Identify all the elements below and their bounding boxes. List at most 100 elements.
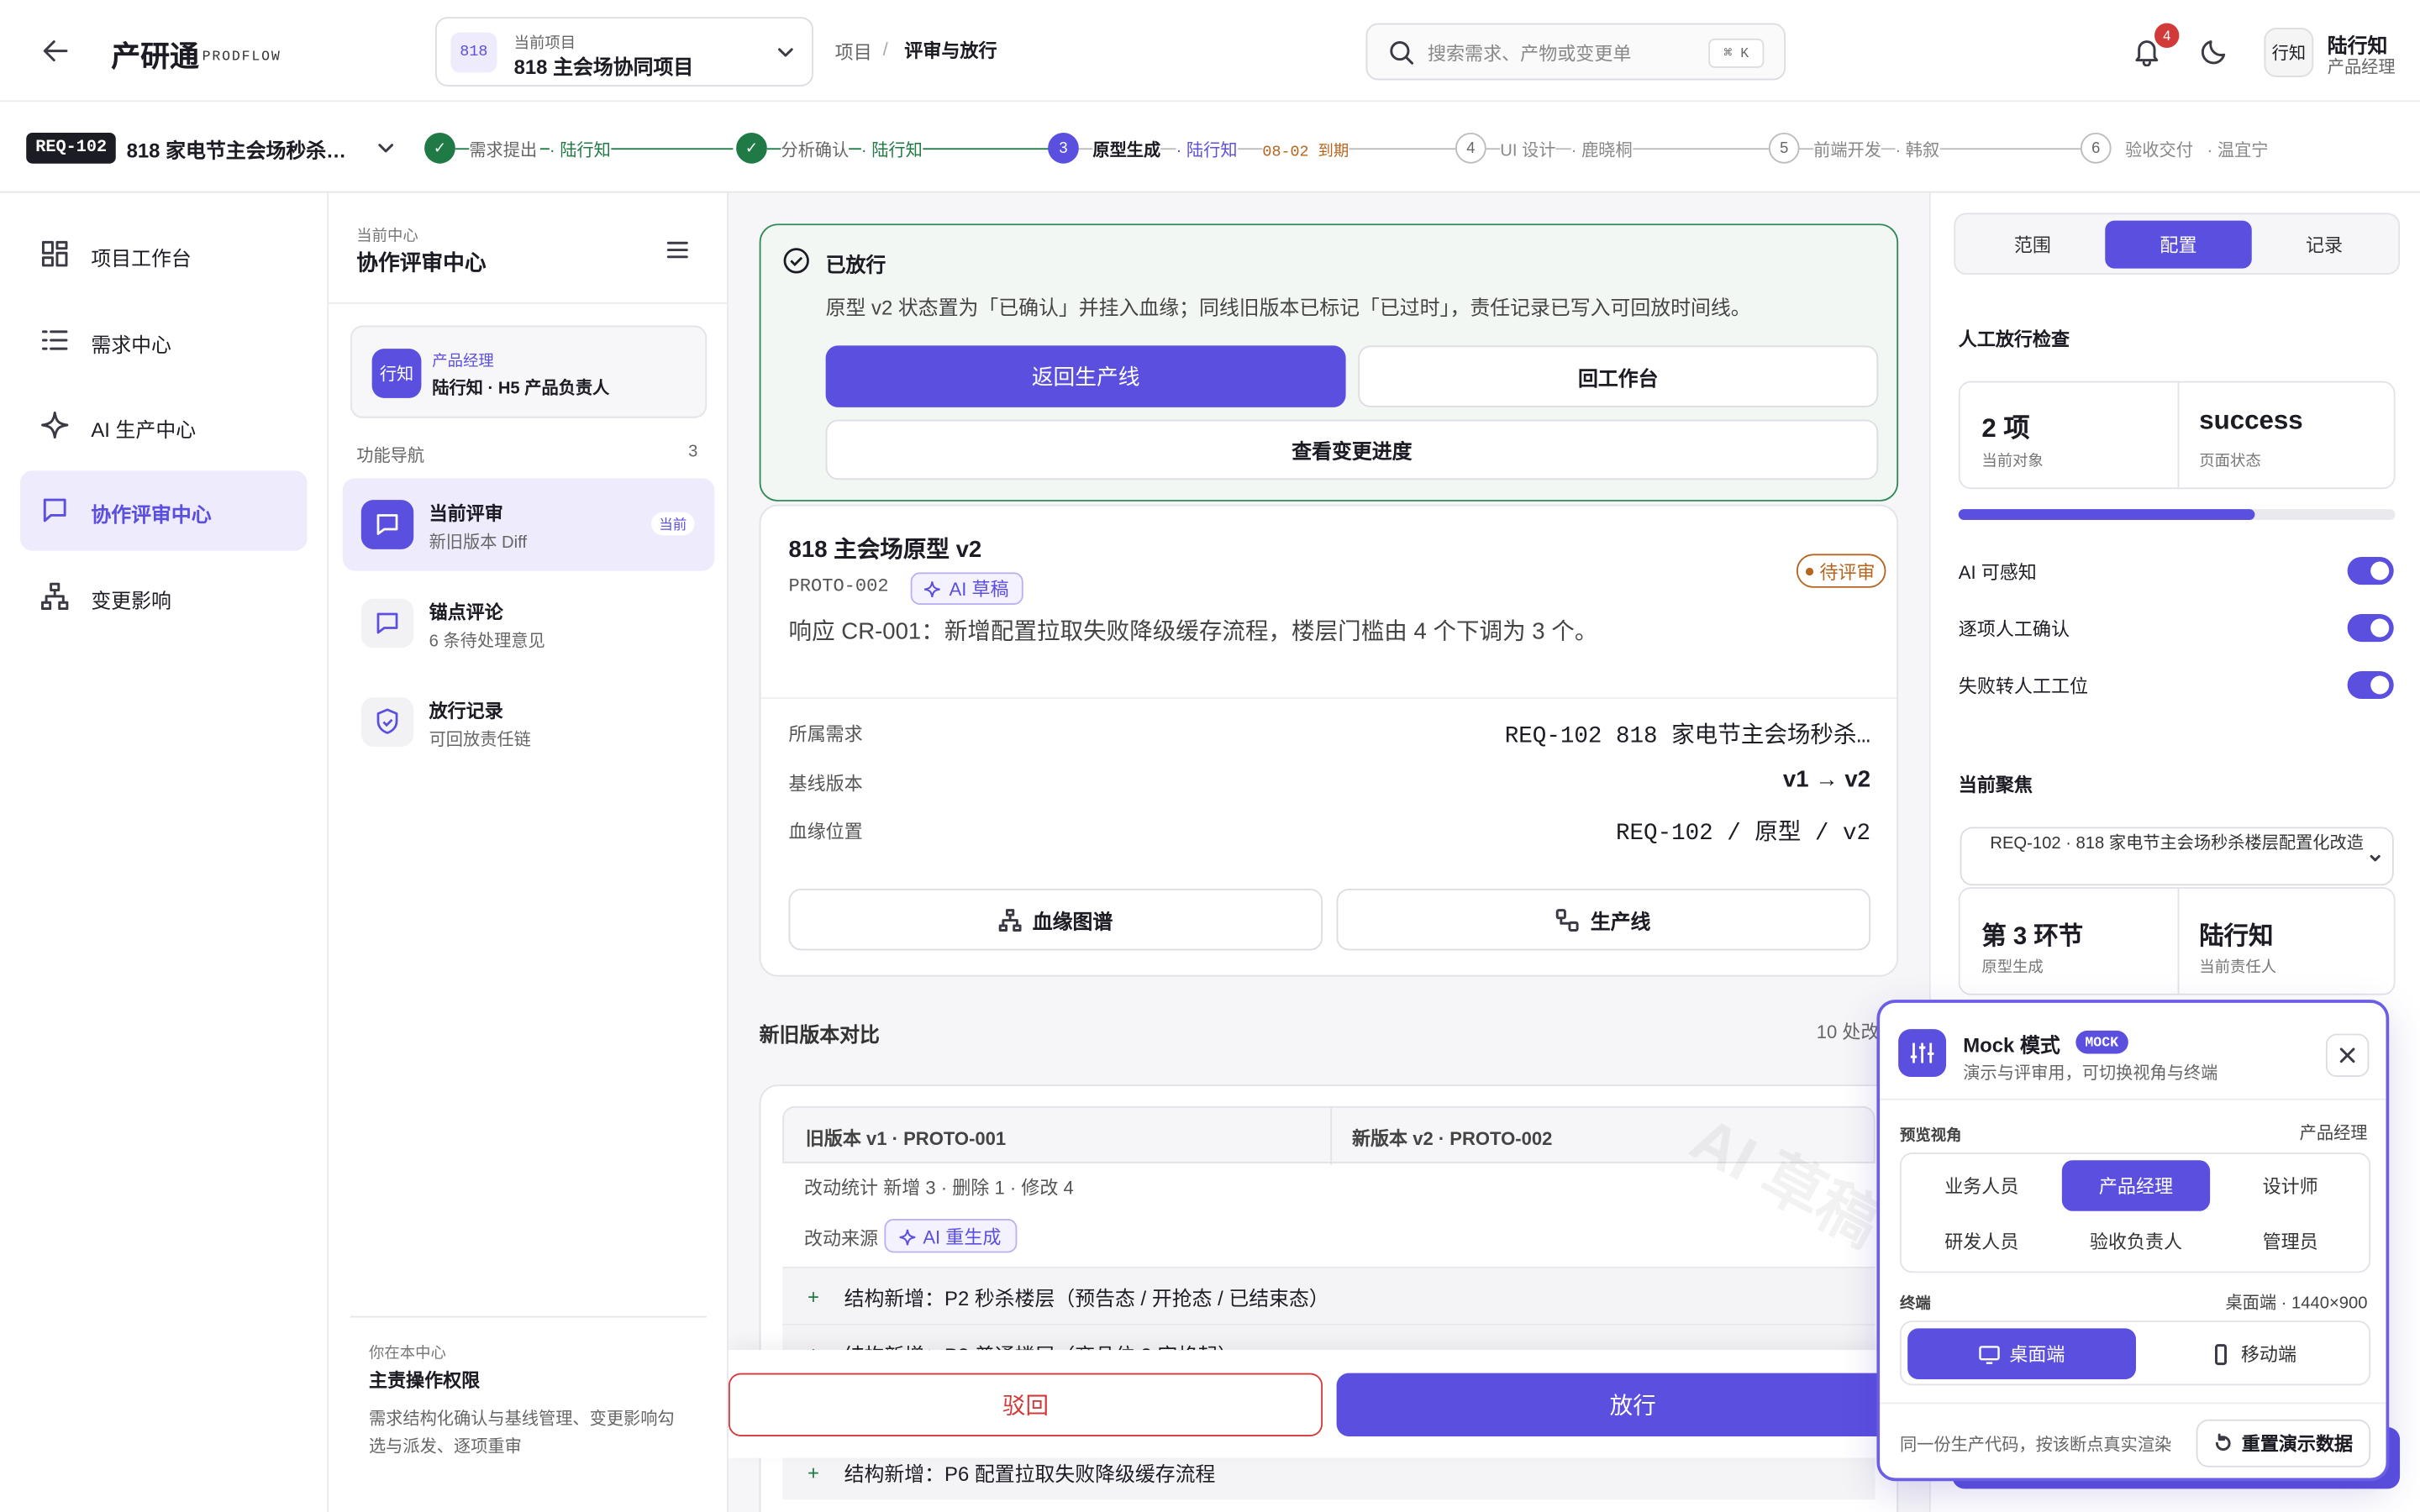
lineage-graph-button[interactable]: 血缘图谱 xyxy=(788,888,1323,951)
tab-config[interactable]: 配置 xyxy=(2105,220,2252,269)
list-icon xyxy=(40,326,70,355)
step-5-name[interactable]: 前端开发 xyxy=(1813,137,1881,162)
footer-caption: 你在本中心 xyxy=(368,1345,446,1362)
dashboard-icon xyxy=(40,239,70,269)
back-to-workbench-button[interactable]: 回工作台 xyxy=(1358,345,1879,407)
sidebar-item-review[interactable]: 协作评审中心 xyxy=(19,470,308,551)
user-role: 产品经理 xyxy=(2327,58,2396,77)
step-3-name[interactable]: 原型生成 xyxy=(1092,137,1161,162)
sub-navigation: 当前中心 协作评审中心 行知 产品经理 陆行知 · H5 产品负责人 功能导航 … xyxy=(329,192,729,1512)
check-section-title: 人工放行检查 xyxy=(1958,328,2070,350)
terminal-value: 桌面端 · 1440×900 xyxy=(2225,1294,2368,1314)
step-6-owner: · 温宜宁 xyxy=(2207,137,2269,162)
user-role: 产品经理 xyxy=(432,353,494,370)
menu-icon[interactable] xyxy=(666,238,690,262)
production-line-button[interactable]: 生产线 xyxy=(1336,888,1871,951)
role-option[interactable]: 业务人员 xyxy=(1907,1160,2055,1211)
reject-button[interactable]: 驳回 xyxy=(728,1373,1323,1436)
notification-count: 4 xyxy=(2154,23,2180,48)
subnav-item-release-records[interactable]: 放行记录 可回放责任链 xyxy=(343,677,715,767)
step-2-check-icon: ✓ xyxy=(736,132,767,164)
workflow-icon xyxy=(1556,908,1580,932)
sidebar-item-workbench[interactable]: 项目工作台 xyxy=(22,225,308,282)
focus-select[interactable]: REQ-102 · 818 家电节主会场秒杀楼层配置化改造 xyxy=(1960,827,2394,886)
subnav-item-title: 锚点评论 xyxy=(429,601,503,624)
app-subtitle: PRODFLOW xyxy=(202,49,281,66)
banner-title: 已放行 xyxy=(825,253,886,276)
reset-demo-button[interactable]: 重置演示数据 xyxy=(2196,1419,2371,1467)
section-title: 功能导航 xyxy=(356,447,425,466)
back-arrow-icon[interactable] xyxy=(40,35,71,66)
subnav-item-desc: 新旧版本 Diff xyxy=(429,533,527,553)
diff-row: + 结构新增：P2 秒杀楼层（预告态 / 开抢态 / 已结束态） xyxy=(782,1266,1876,1324)
step-6-name[interactable]: 验收交付 xyxy=(2125,137,2193,162)
step-2-name[interactable]: 分析确认 xyxy=(781,137,850,162)
view-change-progress-button[interactable]: 查看变更进度 xyxy=(825,419,1879,480)
project-badge: 818 xyxy=(450,32,497,73)
source-label: 改动来源 xyxy=(803,1228,879,1250)
tab-scope[interactable]: 范围 xyxy=(1960,221,2106,269)
ai-aware-toggle[interactable] xyxy=(2347,557,2394,585)
search-icon xyxy=(1387,39,1415,66)
stat-label: 当前对象 xyxy=(1981,453,2044,471)
close-icon[interactable] xyxy=(2325,1033,2370,1078)
search-box[interactable]: 搜索需求、产物或变更单 ⌘ K xyxy=(1365,23,1786,81)
requirement-id: REQ-102 xyxy=(26,132,117,164)
mock-footnote: 同一份生产代码，按该断点真实渲染 xyxy=(1899,1436,2172,1456)
requirement-title[interactable]: 818 家电节主会场秒杀… xyxy=(127,134,346,164)
hierarchy-icon xyxy=(40,581,70,611)
subnav-item-desc: 6 条待处理意见 xyxy=(429,633,545,652)
main-content: 已放行 原型 v2 状态置为「已确认」并挂入血缘；同线旧版本已标记「已过时」，责… xyxy=(728,192,1929,1512)
mock-description: 演示与评审用，可切换视角与终端 xyxy=(1963,1064,2218,1084)
role-grid: 业务人员 产品经理 设计师 研发人员 验收负责人 管理员 xyxy=(1899,1152,2371,1273)
avatar[interactable]: 行知 xyxy=(2264,28,2314,77)
sidebar-item-change-impact[interactable]: 变更影响 xyxy=(22,568,308,625)
breadcrumb-project[interactable]: 项目 xyxy=(835,39,872,65)
release-button[interactable]: 放行 xyxy=(1336,1373,1929,1436)
sidebar-item-label: 协作评审中心 xyxy=(91,502,212,527)
stat-value: 2 项 xyxy=(1981,413,2030,444)
step-2-owner: · 陆行知 xyxy=(860,137,923,162)
moon-icon[interactable] xyxy=(2199,35,2230,66)
sidebar-item-label: 需求中心 xyxy=(91,333,171,357)
chevron-down-icon[interactable] xyxy=(376,139,395,157)
compare-title: 新旧版本对比 xyxy=(759,1022,880,1047)
role-option-selected[interactable]: 产品经理 xyxy=(2061,1160,2211,1211)
sidebar-item-requirements[interactable]: 需求中心 xyxy=(22,312,308,369)
workflow-stepbar: REQ-102 818 家电节主会场秒杀… ✓ 需求提出 · 陆行知 ✓ 分析确… xyxy=(0,102,2420,193)
manual-confirm-toggle[interactable] xyxy=(2347,614,2394,643)
subnav-item-anchor-comments[interactable]: 锚点评论 6 条待处理意见 xyxy=(343,579,715,669)
sparkle-icon xyxy=(40,411,70,440)
tab-records[interactable]: 记录 xyxy=(2252,221,2397,269)
sidebar-item-ai-production[interactable]: AI 生产中心 xyxy=(22,396,308,454)
subnav-item-title: 放行记录 xyxy=(429,700,503,722)
step-4-name[interactable]: UI 设计 xyxy=(1500,137,1556,162)
focus-select-value: REQ-102 · 818 家电节主会场秒杀楼层配置化改造 xyxy=(1990,834,2364,853)
role-option[interactable]: 设计师 xyxy=(2217,1160,2365,1211)
mock-mode-panel: Mock 模式 MOCK 演示与评审用，可切换视角与终端 预览视角 产品经理 业… xyxy=(1876,1000,2390,1482)
step-1-name[interactable]: 需求提出 xyxy=(469,137,540,162)
monitor-icon xyxy=(1979,1345,2000,1363)
step-5-owner: · 韩叙 xyxy=(1895,137,1940,162)
chevron-down-icon xyxy=(776,43,795,61)
current-user-card: 行知 产品经理 陆行知 · H5 产品负责人 xyxy=(350,325,708,418)
desktop-option[interactable]: 桌面端 xyxy=(1907,1328,2136,1380)
step-1-owner: · 陆行知 xyxy=(549,137,611,162)
subnav-item-current-review[interactable]: 当前评审 新旧版本 Diff 当前 xyxy=(342,478,715,571)
sparkle-icon xyxy=(924,581,940,597)
project-selector[interactable]: 818 当前项目 818 主会场协同项目 xyxy=(434,17,813,87)
role-option[interactable]: 管理员 xyxy=(2217,1215,2365,1267)
fallback-manual-toggle[interactable] xyxy=(2347,670,2394,700)
mobile-option[interactable]: 移动端 xyxy=(2139,1328,2368,1379)
old-version-header: 旧版本 v1 · PROTO-001 xyxy=(805,1127,1007,1150)
role-option[interactable]: 研发人员 xyxy=(1907,1215,2055,1267)
search-input[interactable]: 搜索需求、产物或变更单 xyxy=(1428,40,1631,66)
step-5-number: 5 xyxy=(1768,132,1800,164)
role-option[interactable]: 验收负责人 xyxy=(2062,1215,2210,1267)
step-4-owner: · 鹿晓桐 xyxy=(1570,137,1633,162)
back-to-line-button[interactable]: 返回生产线 xyxy=(825,345,1346,407)
footer-description: 需求结构化确认与基线管理、变更影响勾选与派发、逐项重审 xyxy=(368,1410,675,1457)
message-icon xyxy=(360,598,414,648)
kv-value: REQ-102 / 原型 / v2 xyxy=(1615,821,1871,848)
card-code: PROTO-002 xyxy=(788,575,889,597)
